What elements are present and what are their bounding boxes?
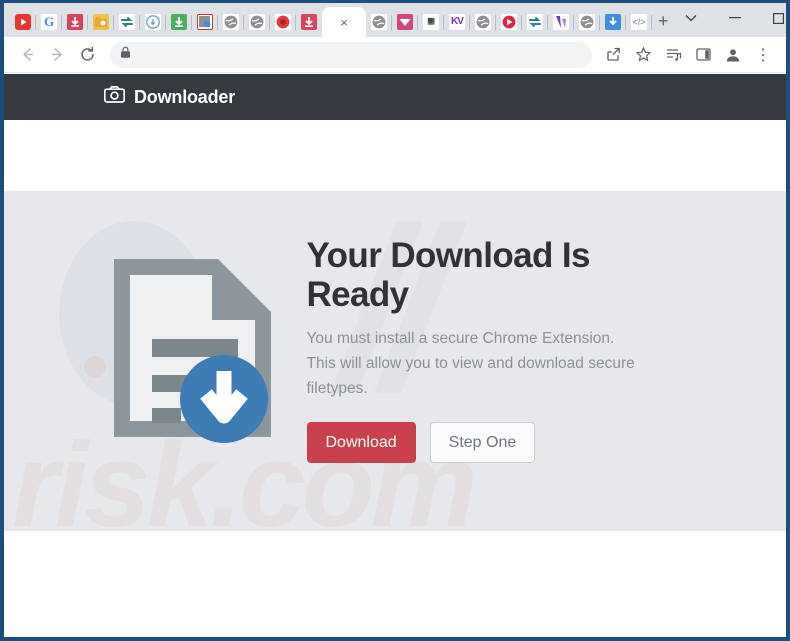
globe-gray-favicon — [223, 14, 239, 30]
side-panel-icon[interactable] — [688, 40, 718, 70]
tab-cloud-download[interactable] — [140, 7, 166, 37]
back-button[interactable] — [12, 40, 42, 70]
globe-gray-favicon — [475, 14, 491, 30]
document-download-icon — [106, 253, 279, 448]
star-icon[interactable] — [628, 40, 658, 70]
globe-gray-favicon — [371, 14, 387, 30]
lock-icon — [120, 46, 131, 64]
tab-record-red[interactable] — [270, 7, 296, 37]
forward-button[interactable] — [42, 40, 72, 70]
minimize-button[interactable] — [713, 3, 757, 33]
page-bottom-spacer — [4, 531, 786, 637]
step-one-button[interactable]: Step One — [430, 422, 536, 463]
kv-purple-favicon: KV — [449, 14, 465, 30]
tab-kv-purple[interactable]: KV — [444, 7, 470, 37]
hero-subtitle: You must install a secure Chrome Extensi… — [307, 326, 685, 401]
tab-globe-gray-1[interactable] — [218, 7, 244, 37]
convert-teal-favicon — [527, 14, 543, 30]
hero-section: // risk.com Your Download — [4, 191, 786, 531]
profile-avatar-icon[interactable] — [718, 40, 748, 70]
chrome-menu-button[interactable]: ⋮ — [748, 40, 778, 70]
tab-download-blue[interactable] — [600, 7, 626, 37]
browser-window-inner: G — [4, 3, 786, 637]
google-favicon: G — [41, 14, 57, 30]
heart-pink-favicon — [397, 14, 413, 30]
site-brand[interactable]: Downloader — [104, 86, 235, 108]
tab-heart-pink[interactable] — [392, 7, 418, 37]
tab-youtube[interactable] — [10, 7, 36, 37]
convert-teal-favicon — [119, 14, 135, 30]
browser-window: G — [0, 0, 790, 641]
close-icon[interactable]: × — [340, 16, 348, 29]
purple-mark-favicon — [553, 14, 569, 30]
tab-download-green[interactable] — [166, 7, 192, 37]
tab-convert-teal-2[interactable] — [522, 7, 548, 37]
download-red-favicon — [67, 14, 83, 30]
tab-globe-gray-3[interactable] — [366, 7, 392, 37]
record-red-favicon — [275, 14, 291, 30]
reload-button[interactable] — [72, 40, 102, 70]
browser-toolbar: ⋮ — [4, 37, 786, 73]
page-title: Your Download Is Ready — [307, 237, 685, 314]
page-content: Downloader // risk.com — [4, 74, 786, 637]
hero-inner: Your Download Is Ready You must install … — [4, 191, 786, 531]
download-green-favicon — [171, 14, 187, 30]
maximize-button[interactable] — [757, 3, 786, 33]
tab-active-downloader[interactable]: × — [322, 7, 366, 37]
toolbar-right-actions: ⋮ — [598, 40, 778, 70]
tab-converter-teal[interactable] — [114, 7, 140, 37]
tab-globe-gray-4[interactable] — [470, 7, 496, 37]
tab-folder-yellow[interactable] — [88, 7, 114, 37]
camera-icon — [104, 86, 125, 108]
site-header: Downloader — [4, 74, 786, 120]
tab-code-gray[interactable]: </> — [626, 7, 652, 37]
new-tab-button[interactable]: + — [658, 7, 669, 35]
tab-globe-gray-2[interactable] — [244, 7, 270, 37]
hero-subtitle-line: You must install a secure Chrome Extensi… — [307, 326, 685, 351]
tab-glyph-black[interactable]: ▦ — [418, 7, 444, 37]
play-red-favicon — [501, 14, 517, 30]
hero-subtitle-line: filetypes. — [307, 376, 685, 401]
tab-strip: G — [4, 3, 786, 37]
tab-list: G — [10, 3, 652, 37]
tab-search-button[interactable] — [669, 3, 713, 33]
hero-copy: Your Download Is Ready You must install … — [307, 237, 685, 463]
folder-yellow-favicon — [93, 14, 109, 30]
address-bar[interactable] — [110, 42, 592, 68]
hero-subtitle-line: This will allow you to view and download… — [307, 351, 685, 376]
tab-globe-gray-5[interactable] — [574, 7, 600, 37]
tab-download-pink[interactable] — [296, 7, 322, 37]
image-download-favicon — [197, 14, 213, 30]
download-button[interactable]: Download — [307, 422, 416, 463]
code-gray-favicon: </> — [631, 14, 647, 30]
glyph-black-favicon: ▦ — [423, 14, 439, 30]
download-pink-favicon — [301, 14, 317, 30]
globe-gray-favicon — [579, 14, 595, 30]
hero-buttons: Download Step One — [307, 422, 685, 463]
tab-downloader-red[interactable] — [62, 7, 88, 37]
media-list-icon[interactable] — [658, 40, 688, 70]
tab-image-download[interactable] — [192, 7, 218, 37]
youtube-favicon — [15, 14, 31, 30]
download-blue-favicon — [605, 14, 621, 30]
globe-gray-favicon — [249, 14, 265, 30]
hero-top-spacer — [4, 120, 786, 191]
cloud-download-favicon — [145, 14, 161, 30]
site-brand-name: Downloader — [134, 87, 235, 108]
tab-purple-mark[interactable] — [548, 7, 574, 37]
tab-google[interactable]: G — [36, 7, 62, 37]
share-icon[interactable] — [598, 40, 628, 70]
window-controls — [669, 3, 786, 37]
tab-play-red[interactable] — [496, 7, 522, 37]
